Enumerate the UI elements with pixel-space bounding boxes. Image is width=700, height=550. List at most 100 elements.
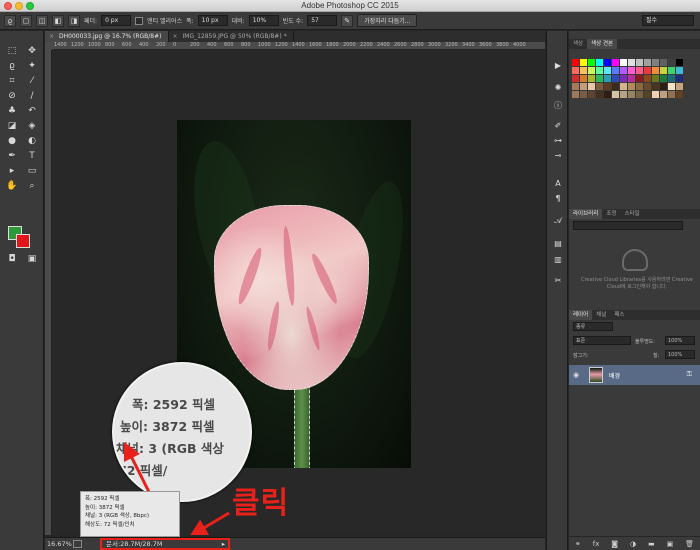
hand-tool-icon[interactable]: ✋ [4,180,20,192]
path-selection-tool-icon[interactable]: ▸ [4,165,20,177]
doc-size-field[interactable]: 문서:28.7M/28.7M ▸ [100,538,230,550]
tab-layers[interactable]: 레이어 [569,310,593,320]
color-swatch[interactable] [676,67,683,74]
color-swatch[interactable] [628,83,635,90]
pen-tool-icon[interactable]: ✒ [4,150,20,162]
color-swatch[interactable] [572,75,579,82]
color-swatch[interactable] [580,91,587,98]
clone-stamp-tool-icon[interactable]: ♣ [4,105,20,117]
color-swatch[interactable] [636,59,643,66]
magic-wand-tool-icon[interactable]: ✦ [24,60,40,72]
doc-tab-1[interactable]: × DH000033.jpg @ 16.7% (RGB/8#) [45,31,169,42]
color-swatch[interactable] [620,59,627,66]
layer-row-background[interactable]: ◉ 배경 ⚿ [569,365,700,385]
mask-icon[interactable]: ◙ [611,540,618,548]
color-swatch[interactable] [668,67,675,74]
adjustments-icon[interactable]: ✺ [552,83,564,93]
color-swatch[interactable] [676,59,683,66]
color-swatch[interactable] [620,83,627,90]
color-swatch[interactable] [628,75,635,82]
color-swatch[interactable] [588,59,595,66]
color-swatch[interactable] [644,59,651,66]
tab-paths[interactable]: 패스 [610,310,628,320]
trash-icon[interactable]: 🗑 [685,540,694,548]
canvas-area[interactable]: 폭: 2592 픽셀 높이: 3872 픽셀 채널: 3 (RGB 색상 72 … [52,50,545,535]
color-swatch[interactable] [588,67,595,74]
library-select[interactable] [573,221,683,230]
contrast-input[interactable]: 10% [248,15,279,26]
paragraph-icon[interactable]: ¶ [552,194,564,204]
color-swatch[interactable] [604,75,611,82]
color-swatch[interactable] [596,83,603,90]
healing-brush-tool-icon[interactable]: ⊘ [4,90,20,102]
color-swatch[interactable] [612,83,619,90]
paint-bucket-tool-icon[interactable]: ◈ [24,120,40,132]
glyphs-icon[interactable]: 𝒜 [552,216,564,226]
subtract-selection-icon[interactable]: ◧ [52,14,64,27]
color-swatch[interactable] [652,83,659,90]
color-swatch[interactable] [668,75,675,82]
color-swatch[interactable] [588,91,595,98]
doc-tab-2[interactable]: × IMG_12859.JPG @ 50% (RGB/8#) * [169,31,294,42]
width-input[interactable]: 10 px [197,15,228,26]
color-swatch[interactable] [636,75,643,82]
tool-preset-icon[interactable]: ⊸ [552,151,564,161]
tab-channels[interactable]: 채널 [592,310,610,320]
frequency-input[interactable]: 57 [307,15,338,26]
new-layer-icon[interactable]: ▣ [667,540,674,548]
tab-libraries[interactable]: 라이브러리 [569,209,603,219]
color-swatch[interactable] [604,59,611,66]
close-icon[interactable]: × [173,31,178,42]
color-swatch[interactable] [676,91,683,98]
color-swatch[interactable] [660,75,667,82]
color-swatch[interactable] [620,75,627,82]
blur-tool-icon[interactable]: ● [4,135,20,147]
zoom-tool-icon[interactable]: ⌕ [24,180,40,192]
refine-edge-button[interactable]: 가장자리 다듬기... [357,14,418,27]
color-swatch[interactable] [612,75,619,82]
color-swatch[interactable] [604,83,611,90]
color-swatch[interactable] [588,75,595,82]
close-icon[interactable]: × [49,31,54,42]
color-swatch[interactable] [604,67,611,74]
color-swatch[interactable] [676,83,683,90]
quick-mask-icon[interactable]: ◘ [4,253,20,265]
color-swatch[interactable] [612,67,619,74]
color-swatch[interactable] [580,75,587,82]
color-swatch[interactable] [636,91,643,98]
color-swatch[interactable] [604,91,611,98]
chevron-right-icon[interactable]: ▸ [222,540,225,548]
new-selection-icon[interactable]: ▢ [20,14,32,27]
lasso-tool-icon[interactable]: ϱ [4,60,20,72]
eye-icon[interactable]: ◉ [573,371,579,379]
color-swatch[interactable] [628,59,635,66]
intersect-selection-icon[interactable]: ◨ [68,14,80,27]
color-swatch[interactable] [628,67,635,74]
blend-mode-select[interactable]: 표준 [573,336,631,345]
type-tool-icon[interactable]: T [24,150,40,162]
opacity-input[interactable]: 100% [665,336,695,345]
color-swatch[interactable] [596,59,603,66]
fill-input[interactable]: 100% [665,350,695,359]
color-swatch[interactable] [668,91,675,98]
tab-adjustments[interactable]: 조정 [602,209,620,219]
color-swatch[interactable] [572,83,579,90]
screen-mode-icon[interactable]: ▣ [24,253,40,265]
eyedropper-tool-icon[interactable]: ⁄ [24,75,40,87]
crop-tool-icon[interactable]: ⌗ [4,75,20,87]
status-menu-icon[interactable] [73,540,82,548]
color-swatch[interactable] [628,91,635,98]
color-swatch[interactable] [668,59,675,66]
color-swatch[interactable] [652,67,659,74]
color-swatch[interactable] [636,67,643,74]
color-swatch[interactable] [588,83,595,90]
workspace-select[interactable]: 필수 [642,15,694,26]
color-swatch[interactable] [580,67,587,74]
color-swatch[interactable] [636,83,643,90]
tab-color[interactable]: 색상 [569,39,587,49]
move-tool-icon[interactable]: ✥ [24,45,40,57]
character-icon[interactable]: A [552,179,564,189]
layer-kind-filter[interactable]: 종류 [573,322,613,331]
color-swatch[interactable] [572,67,579,74]
color-swatch[interactable] [644,83,651,90]
